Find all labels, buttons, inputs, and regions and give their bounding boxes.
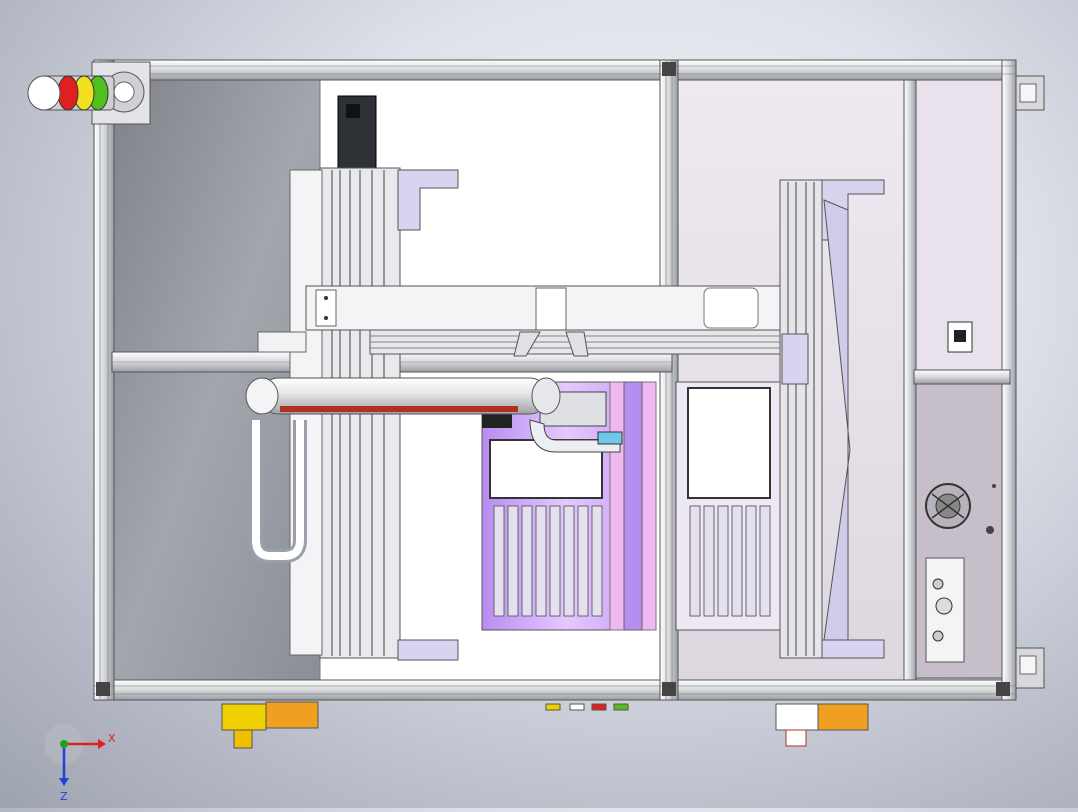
roller-stripe [280,406,518,412]
machine-assembly-drawing[interactable] [0,0,1078,808]
frame-middle-rail [659,59,679,701]
bottom-block-yellow [221,703,267,731]
cad-viewport[interactable]: X Z [0,0,1078,808]
frame-left-rail [93,59,115,701]
bottom-block-orange [817,703,869,731]
y-axis-dot [60,740,68,748]
x-axis-label: X [108,732,116,745]
frame-top-rail [93,59,1017,81]
beacon-cap [27,75,61,111]
signal-tower [27,75,115,111]
corner-bracket [662,62,676,76]
frame-bottom-rail [93,679,1017,701]
left-axis-bracket-bottom [397,639,459,661]
bottom-indicators [545,703,629,711]
right-axis-bracket-bottom [821,639,885,659]
z-axis-label: Z [60,790,68,802]
right-linear-axis [779,179,823,659]
corner-bracket [96,682,110,696]
panel-divider-rail [913,369,1011,385]
orientation-triad: X Z [40,722,130,803]
corner-bracket [662,682,676,696]
corner-bracket [996,682,1010,696]
beacon-red [57,75,79,111]
